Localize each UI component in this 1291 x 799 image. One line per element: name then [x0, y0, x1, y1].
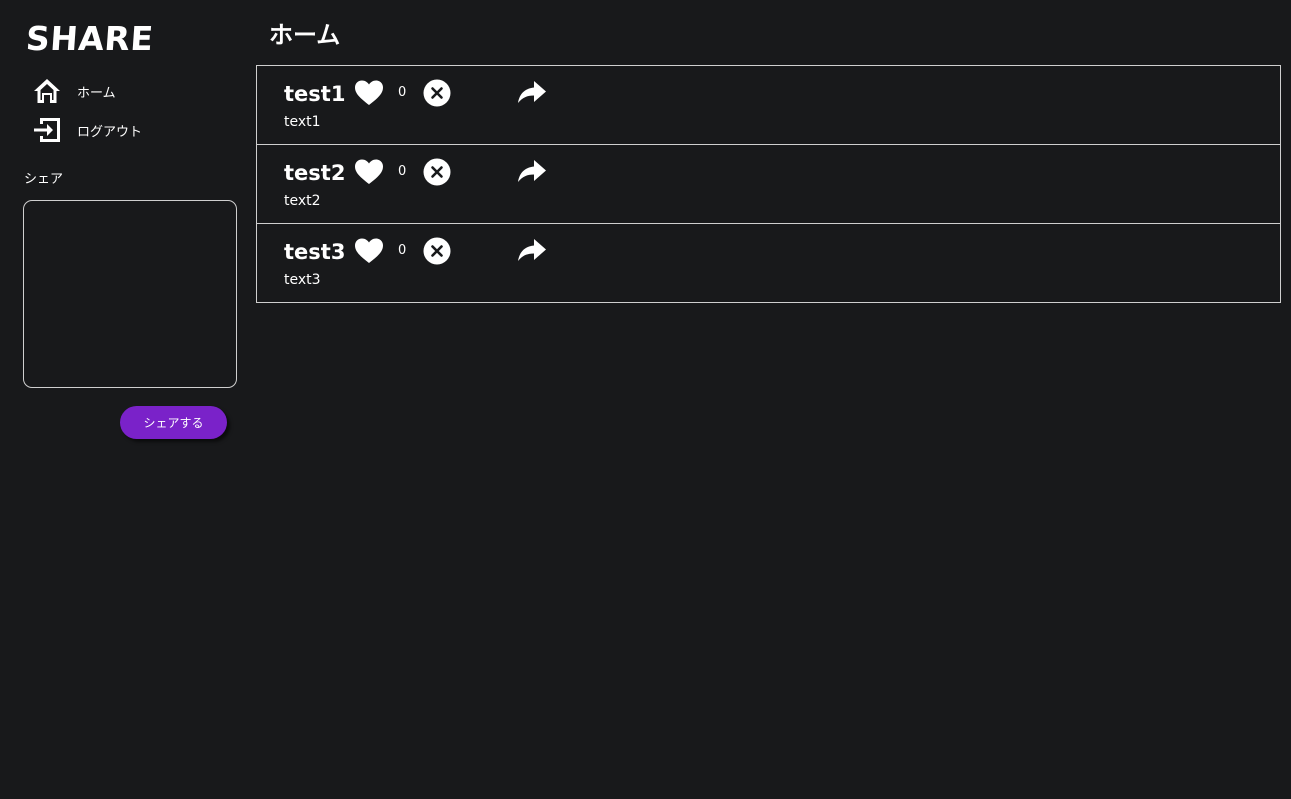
post-list: test1 0 text1 test2 0 text2 test3 0 text…	[256, 65, 1281, 303]
post-card: test1 0 text1	[256, 65, 1281, 145]
delete-icon[interactable]	[423, 237, 451, 265]
heart-icon[interactable]	[354, 158, 384, 186]
heart-icon[interactable]	[354, 237, 384, 265]
sidebar: SHARE ホーム ログアウト シェア シェアする	[0, 0, 250, 799]
post-card: test3 0 text3	[256, 223, 1281, 303]
post-title: test2	[284, 161, 346, 185]
post-card: test2 0 text2	[256, 144, 1281, 224]
share-arrow-icon[interactable]	[517, 79, 547, 107]
post-title: test1	[284, 82, 346, 106]
home-icon	[30, 74, 64, 108]
page-title: ホーム	[269, 21, 341, 49]
sidebar-item-label: ホーム	[77, 85, 116, 101]
share-textarea[interactable]	[23, 200, 237, 388]
post-title: test3	[284, 240, 346, 264]
like-count: 0	[398, 85, 407, 100]
sidebar-item-label: ログアウト	[77, 124, 143, 140]
delete-icon[interactable]	[423, 158, 451, 186]
share-arrow-icon[interactable]	[517, 237, 547, 265]
sidebar-item-home[interactable]: ホーム	[30, 74, 116, 108]
app-logo: SHARE	[24, 19, 155, 58]
sidebar-item-logout[interactable]: ログアウト	[30, 113, 142, 147]
logout-icon	[30, 113, 64, 147]
post-text: text1	[284, 114, 321, 130]
like-count: 0	[398, 243, 407, 258]
share-button[interactable]: シェアする	[120, 406, 227, 439]
share-arrow-icon[interactable]	[517, 158, 547, 186]
share-label: シェア	[24, 172, 64, 187]
post-text: text3	[284, 272, 321, 288]
post-text: text2	[284, 193, 321, 209]
delete-icon[interactable]	[423, 79, 451, 107]
like-count: 0	[398, 164, 407, 179]
heart-icon[interactable]	[354, 79, 384, 107]
